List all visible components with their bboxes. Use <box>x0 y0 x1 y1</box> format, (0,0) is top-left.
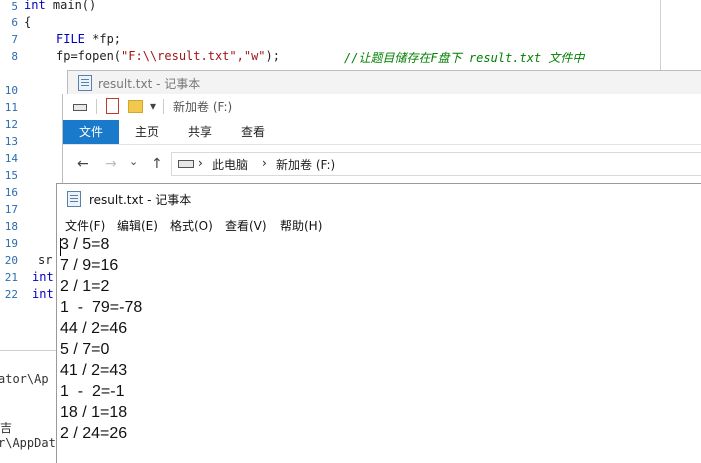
customize-toolbar-dropdown[interactable]: ▾ <box>150 99 156 113</box>
forward-button[interactable]: → <box>105 156 117 172</box>
text-line: 5 / 7=0 <box>60 341 110 358</box>
line-number: 11 <box>4 101 18 114</box>
code-line-main: int main() <box>24 0 97 12</box>
properties-icon[interactable] <box>106 98 119 114</box>
line-number: 16 <box>4 186 18 199</box>
navigation-bar: ← → ⌄ ↑ › 此电脑 › 新加卷 (F:) <box>63 149 701 179</box>
window-title: result.txt - 记事本 <box>89 193 192 207</box>
up-button[interactable]: ↑ <box>151 156 163 172</box>
notepad-icon <box>78 75 92 91</box>
toolbar-separator <box>96 99 97 114</box>
text-line: 2 / 1=2 <box>60 278 110 295</box>
menu-format[interactable]: 格式(O) <box>170 217 213 234</box>
line-number: 6 <box>11 16 18 29</box>
breadcrumb-this-pc[interactable]: 此电脑 <box>212 156 248 173</box>
tab-home[interactable]: 主页 <box>127 120 167 144</box>
line-number: 15 <box>4 169 18 182</box>
tab-view[interactable]: 查看 <box>233 120 273 144</box>
line-number: 20 <box>4 254 18 267</box>
menu-file[interactable]: 文件(F) <box>65 217 105 234</box>
file-explorer-window[interactable]: ▾ 新加卷 (F:) 文件 主页 共享 查看 ← → ⌄ ↑ › 此电脑 › 新… <box>62 94 701 194</box>
line-number: 17 <box>4 203 18 216</box>
line-number: 8 <box>11 50 18 63</box>
address-bar[interactable]: › 此电脑 › 新加卷 (F:) <box>171 152 701 176</box>
tab-share[interactable]: 共享 <box>180 120 220 144</box>
code-line-fragment: int <box>32 270 54 284</box>
code-line-file-decl: FILE *fp; <box>56 32 122 46</box>
back-button[interactable]: ← <box>77 156 89 172</box>
drive-icon <box>178 160 194 168</box>
line-number: 7 <box>11 33 18 46</box>
text-line: 1 - 79=-78 <box>60 299 143 316</box>
text-line: 44 / 2=46 <box>60 320 128 337</box>
breadcrumb-separator: › <box>198 156 203 170</box>
code-line-fragment: int <box>32 287 54 301</box>
console-line: 吉 <box>0 421 13 435</box>
editor-divider <box>660 0 661 75</box>
console-line: r\AppDat <box>0 436 56 450</box>
line-number: 12 <box>4 118 18 131</box>
drive-icon <box>73 104 87 111</box>
console-line: ator\Ap <box>0 372 49 386</box>
tab-file[interactable]: 文件 <box>63 120 120 144</box>
text-line: 3 / 5=8 <box>60 236 110 253</box>
ribbon-tabs: 文件 主页 共享 查看 <box>63 120 701 145</box>
code-line-fopen: fp=fopen("F:\\result.txt","w"); <box>56 49 280 63</box>
quick-access-toolbar: ▾ 新加卷 (F:) <box>63 94 701 120</box>
text-line: 41 / 2=43 <box>60 362 128 379</box>
text-line: 1 - 2=-1 <box>60 383 125 400</box>
line-number: 19 <box>4 237 18 250</box>
code-comment: //让题目储存在F盘下 result.txt 文件中 <box>344 51 585 65</box>
window-title: 新加卷 (F:) <box>173 100 233 114</box>
notepad-window[interactable]: result.txt - 记事本 文件(F) 编辑(E) 格式(O) 查看(V)… <box>56 183 701 463</box>
menu-bar: 文件(F) 编辑(E) 格式(O) 查看(V) 帮助(H) <box>57 214 701 234</box>
menu-view[interactable]: 查看(V) <box>225 217 267 234</box>
line-number: 18 <box>4 220 18 233</box>
new-folder-icon[interactable] <box>128 100 143 113</box>
line-number: 13 <box>4 135 18 148</box>
code-line-brace: { <box>24 15 32 29</box>
code-line-fragment: sr <box>38 253 53 267</box>
text-area[interactable]: 3 / 5=8 7 / 9=16 2 / 1=2 1 - 79=-78 44 /… <box>60 236 700 462</box>
menu-edit[interactable]: 编辑(E) <box>117 217 158 234</box>
toolbar-separator <box>163 99 164 114</box>
recent-locations-button[interactable]: ⌄ <box>129 155 138 168</box>
text-line: 18 / 1=18 <box>60 404 128 421</box>
line-number: 21 <box>4 271 18 284</box>
line-number: 5 <box>11 0 18 13</box>
console-divider <box>0 350 60 351</box>
text-line: 2 / 24=26 <box>60 425 128 442</box>
text-line: 7 / 9=16 <box>60 257 119 274</box>
breadcrumb-drive[interactable]: 新加卷 (F:) <box>276 156 335 173</box>
background-notepad-titlebar[interactable]: result.txt - 记事本 <box>67 70 701 95</box>
notepad-icon <box>67 191 81 207</box>
line-number: 22 <box>4 288 18 301</box>
line-number: 10 <box>4 84 18 97</box>
notepad-titlebar[interactable]: result.txt - 记事本 <box>57 184 701 212</box>
line-number: 14 <box>4 152 18 165</box>
breadcrumb-separator: › <box>262 156 267 170</box>
menu-help[interactable]: 帮助(H) <box>280 217 322 234</box>
window-title: result.txt - 记事本 <box>98 77 201 91</box>
